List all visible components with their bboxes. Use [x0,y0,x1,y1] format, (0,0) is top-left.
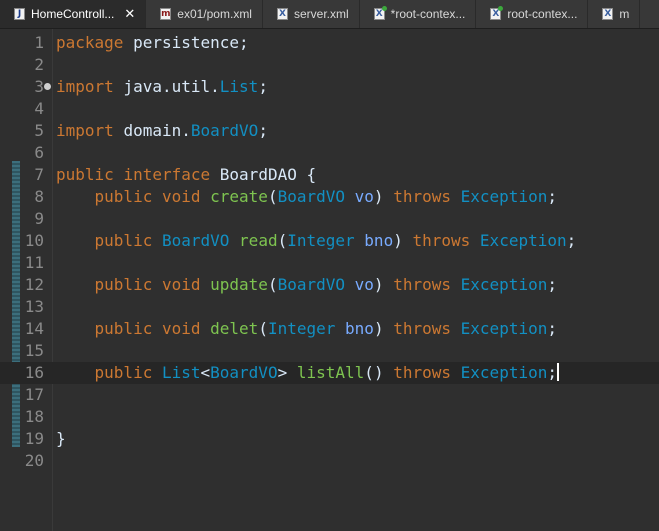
tab-pom-xml[interactable]: m ex01/pom.xml [146,0,263,28]
line-number: 14 [24,319,44,338]
line-number: 8 [34,187,44,206]
xml-file-icon: X [276,8,288,20]
code-text: public interface BoardDAO { [56,165,317,184]
tab-label: ex01/pom.xml [177,7,252,21]
code-text: public void delet(Integer bno) throws Ex… [94,319,557,338]
code-line[interactable]: 13 [0,296,659,318]
line-number: 5 [34,121,44,140]
line-number: 15 [24,341,44,360]
xml-file-icon: X [602,8,614,20]
code-line[interactable]: 6 [0,142,659,164]
tab-root-context-dirty[interactable]: X *root-contex... [360,0,477,28]
code-line[interactable]: 4 [0,98,659,120]
code-line[interactable]: 15 [0,340,659,362]
line-number: 13 [24,297,44,316]
maven-file-icon: m [160,8,172,20]
code-line[interactable]: 12 public void update(BoardVO vo) throws… [0,274,659,296]
line-number: 11 [24,253,44,272]
code-line[interactable]: 9 [0,208,659,230]
editor-tab-bar: J HomeControll... ✕ m ex01/pom.xml X ser… [0,0,659,29]
tab-overflow-partial[interactable]: X m [588,0,641,28]
tab-label: m [619,7,630,21]
java-file-icon: J [14,8,25,20]
line-number: 9 [34,209,44,228]
code-text: public void create(BoardVO vo) throws Ex… [94,187,557,206]
tab-root-context[interactable]: X root-contex... [476,0,589,28]
line-number: 18 [24,407,44,426]
text-cursor [557,363,559,381]
code-text: import domain.BoardVO; [56,121,268,140]
line-number: 10 [24,231,44,250]
tab-server-xml[interactable]: X server.xml [263,0,360,28]
code-line[interactable]: 1 package persistence; [0,32,659,54]
code-line[interactable]: 5 import domain.BoardVO; [0,120,659,142]
line-number: 17 [24,385,44,404]
code-line[interactable]: 16 public List<BoardVO> listAll() throws… [0,362,659,384]
fold-toggle-icon[interactable] [44,83,51,90]
code-line[interactable]: 8 public void create(BoardVO vo) throws … [0,186,659,208]
spring-xml-file-icon: X [490,6,504,20]
code-line[interactable]: 17 [0,384,659,406]
tab-label: root-contex... [507,7,578,21]
code-line[interactable]: 10 public BoardVO read(Integer bno) thro… [0,230,659,252]
close-icon[interactable]: ✕ [124,8,135,21]
code-text: public void update(BoardVO vo) throws Ex… [94,275,557,294]
code-line[interactable]: 20 [0,450,659,472]
code-line[interactable]: 19} [0,428,659,450]
code-line[interactable]: 2 [0,54,659,76]
code-line[interactable]: 3 import java.util.List; [0,76,659,98]
line-number: 3 [34,77,44,96]
code-text: public BoardVO read(Integer bno) throws … [94,231,577,250]
line-number: 12 [24,275,44,294]
tab-label: *root-contex... [390,7,466,21]
line-number: 7 [34,165,44,184]
line-number: 20 [24,451,44,470]
code-text: public List<BoardVO> listAll() throws Ex… [94,363,559,382]
tab-label: server.xml [293,7,349,21]
tab-label: HomeControll... [31,7,115,21]
line-number: 16 [24,363,44,382]
code-line[interactable]: 14 public void delet(Integer bno) throws… [0,318,659,340]
line-number: 1 [34,33,44,52]
tab-homecontroller[interactable]: J HomeControll... ✕ [0,0,147,28]
code-line[interactable]: 7 public interface BoardDAO { [0,164,659,186]
line-number: 4 [34,99,44,118]
line-number: 6 [34,143,44,162]
code-line[interactable]: 18 [0,406,659,428]
code-line[interactable]: 11 [0,252,659,274]
line-number: 19 [24,429,44,448]
code-editor[interactable]: 1 package persistence; 2 3 import java.util.… [0,29,659,531]
line-number: 2 [34,55,44,74]
code-text: package persistence; [56,33,249,52]
code-text: } [56,429,66,448]
spring-xml-file-icon: X [373,6,387,20]
code-text: import java.util.List; [56,77,268,96]
